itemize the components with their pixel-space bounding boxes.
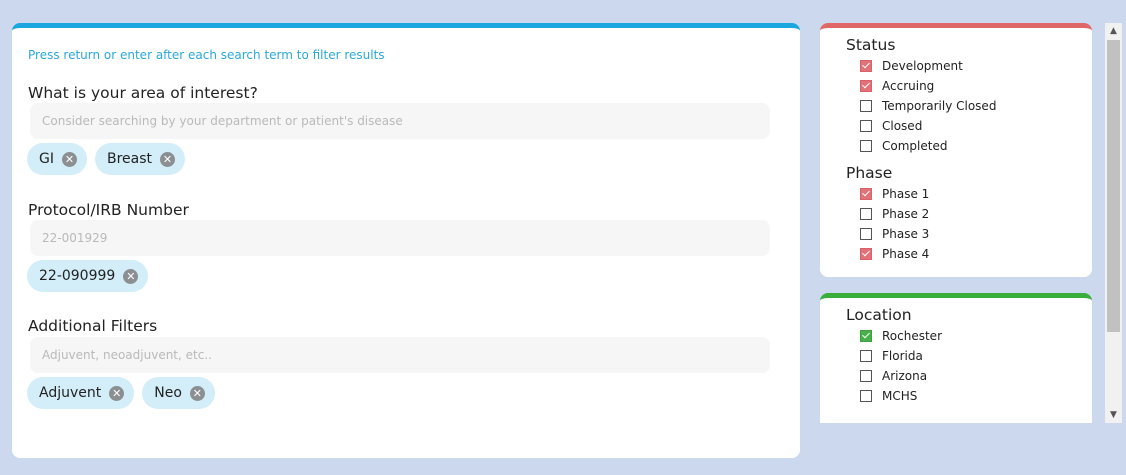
status-title: Status — [846, 36, 896, 54]
checkbox-label: MCHS — [882, 389, 918, 403]
sidebar-scrollbar[interactable]: ▲ ▼ — [1105, 23, 1122, 423]
close-circle-icon[interactable]: ✕ — [160, 151, 176, 167]
close-circle-icon[interactable]: ✕ — [109, 385, 125, 401]
status-option-closed[interactable]: Closed — [860, 117, 922, 135]
checkbox[interactable] — [860, 208, 872, 220]
chip-neo[interactable]: Neo ✕ — [142, 377, 215, 409]
additional-chips: Adjuvent ✕ Neo ✕ — [27, 377, 215, 409]
phase-option-4[interactable]: Phase 4 — [860, 245, 929, 263]
checkbox-label: Development — [882, 59, 963, 73]
location-option-arizona[interactable]: Arizona — [860, 367, 927, 385]
checkbox-label: Florida — [882, 349, 923, 363]
chip-adjuvent[interactable]: Adjuvent ✕ — [27, 377, 135, 409]
checkbox[interactable] — [860, 248, 872, 260]
chip-label: Breast — [106, 151, 153, 167]
close-circle-icon[interactable]: ✕ — [189, 385, 205, 401]
chip-label: Neo — [154, 385, 182, 401]
location-option-florida[interactable]: Florida — [860, 347, 923, 365]
phase-option-1[interactable]: Phase 1 — [860, 185, 929, 203]
checkbox[interactable] — [860, 330, 872, 342]
location-option-rochester[interactable]: Rochester — [860, 327, 942, 345]
phase-option-2[interactable]: Phase 2 — [860, 205, 929, 223]
checkbox-label: Closed — [882, 119, 923, 133]
checkbox-label: Temporarily Closed — [882, 99, 997, 113]
chip-label: 22-090999 — [39, 268, 116, 284]
chevron-down-icon[interactable]: ▼ — [1105, 407, 1122, 423]
checkbox-label: Phase 3 — [882, 227, 930, 241]
checkbox-label: Accruing — [882, 79, 935, 93]
checkbox[interactable] — [860, 188, 872, 200]
interest-chips: GI ✕ Breast ✕ — [27, 143, 186, 175]
location-panel: Location Rochester Florida Arizona MCHS — [820, 293, 1092, 423]
close-circle-icon[interactable]: ✕ — [61, 151, 77, 167]
chip-label: Adjuvent — [39, 385, 102, 401]
status-option-temporarily-closed[interactable]: Temporarily Closed — [860, 97, 996, 115]
chip-22-090999[interactable]: 22-090999 ✕ — [27, 260, 149, 292]
phase-option-3[interactable]: Phase 3 — [860, 225, 929, 243]
checkbox[interactable] — [860, 140, 872, 152]
chip-gi[interactable]: GI ✕ — [27, 143, 87, 175]
status-option-accruing[interactable]: Accruing — [860, 77, 934, 95]
chip-label: GI — [39, 151, 54, 167]
phase-title: Phase — [846, 164, 893, 182]
checkbox[interactable] — [860, 390, 872, 402]
close-circle-icon[interactable]: ✕ — [123, 268, 139, 284]
status-option-development[interactable]: Development — [860, 57, 963, 75]
checkbox[interactable] — [860, 350, 872, 362]
checkbox[interactable] — [860, 370, 872, 382]
protocol-title: Protocol/IRB Number — [28, 201, 189, 219]
checkbox-label: Completed — [882, 139, 948, 153]
checkbox[interactable] — [860, 100, 872, 112]
chevron-up-icon[interactable]: ▲ — [1105, 23, 1122, 39]
status-phase-panel: Status Development Accruing Temporarily … — [820, 23, 1092, 277]
chip-breast[interactable]: Breast ✕ — [94, 143, 186, 175]
checkbox-label: Phase 2 — [882, 207, 930, 221]
interest-search-input[interactable] — [30, 103, 770, 139]
checkbox[interactable] — [860, 228, 872, 240]
checkbox-label: Phase 4 — [882, 247, 930, 261]
checkbox-label: Rochester — [882, 329, 942, 343]
protocol-chips: 22-090999 ✕ — [27, 260, 149, 292]
search-filters-panel: Press return or enter after each search … — [12, 23, 800, 458]
location-title: Location — [846, 306, 912, 324]
additional-search-input[interactable] — [30, 337, 770, 373]
interest-title: What is your area of interest? — [28, 84, 258, 102]
checkbox-label: Phase 1 — [882, 187, 930, 201]
scroll-thumb[interactable] — [1107, 40, 1120, 332]
checkbox[interactable] — [860, 120, 872, 132]
additional-title: Additional Filters — [28, 317, 158, 335]
checkbox-label: Arizona — [882, 369, 928, 383]
checkbox[interactable] — [860, 80, 872, 92]
location-option-mchs[interactable]: MCHS — [860, 387, 917, 405]
status-option-completed[interactable]: Completed — [860, 137, 947, 155]
protocol-search-input[interactable] — [30, 220, 770, 256]
search-hint: Press return or enter after each search … — [28, 48, 385, 62]
checkbox[interactable] — [860, 60, 872, 72]
